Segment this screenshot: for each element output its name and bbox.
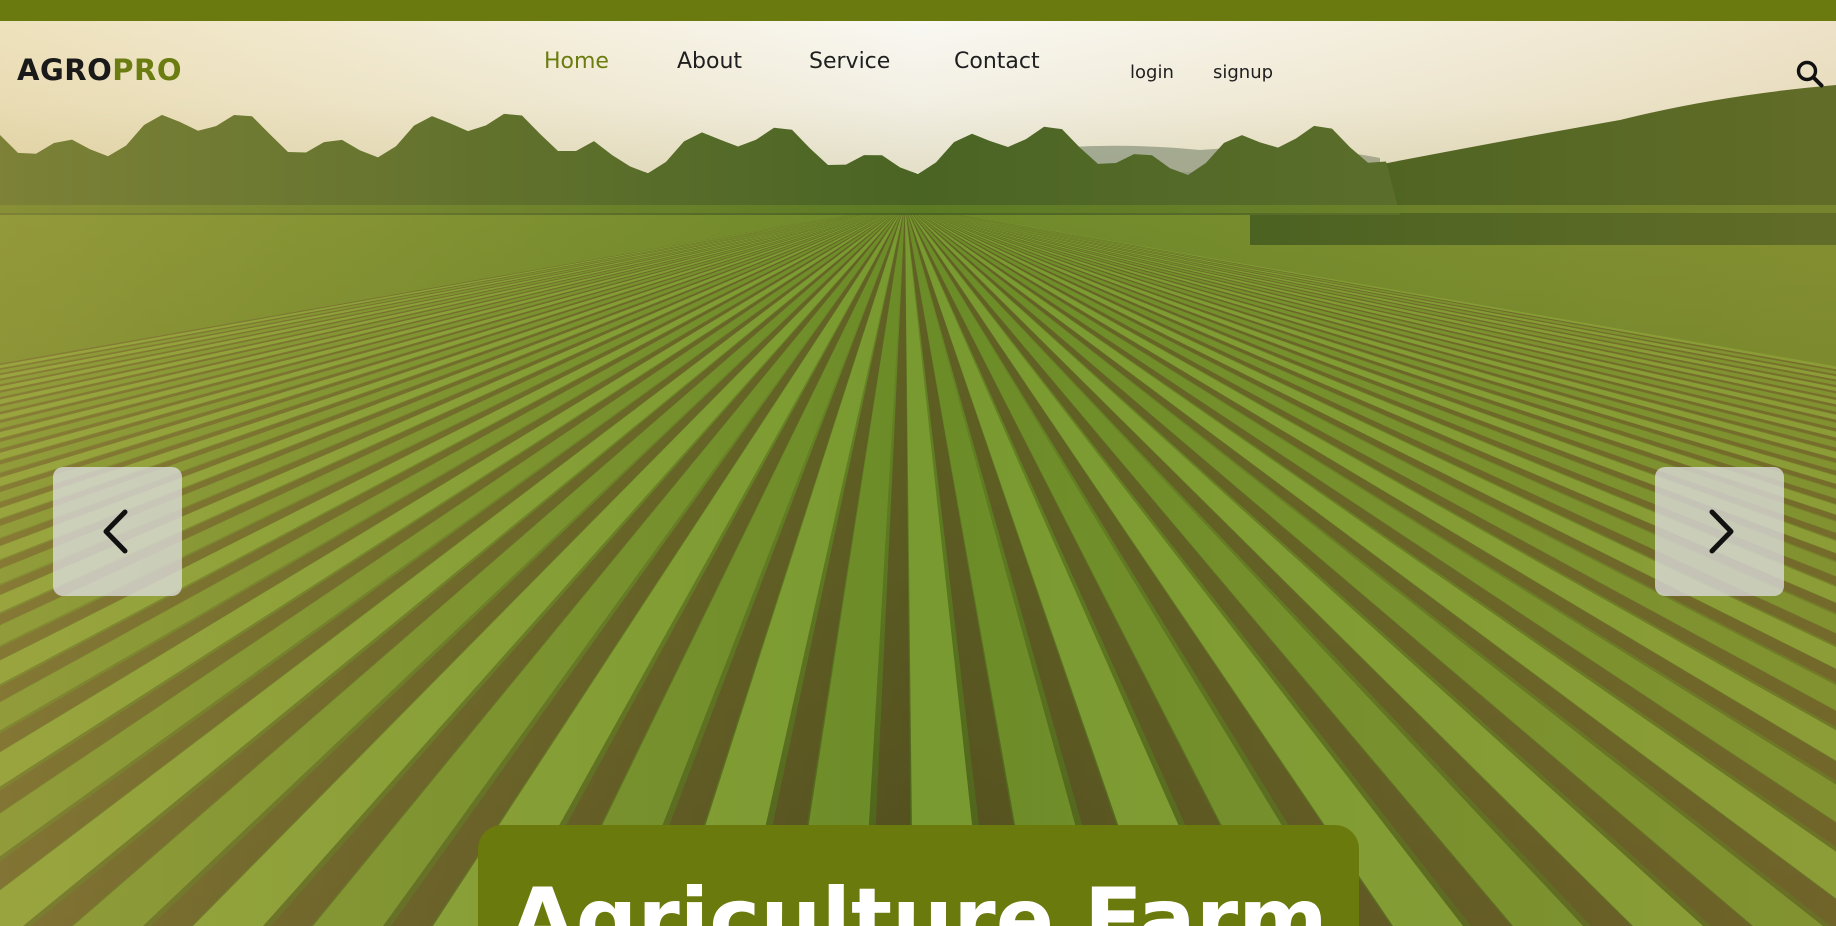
search-button[interactable] [1795,59,1825,89]
nav-link-about[interactable]: About [677,49,742,74]
carousel-next-button[interactable] [1655,467,1784,596]
hero-title: Agriculture Farm [509,870,1328,926]
page: AGROPRO Home About Service Contact login… [0,0,1836,926]
login-link[interactable]: login [1130,62,1174,83]
chevron-left-icon [103,509,128,554]
hero-title-banner: Agriculture Farm [478,825,1359,926]
main-nav: Home About Service Contact login signup [0,21,1836,121]
nav-link-service[interactable]: Service [809,49,890,74]
top-accent-bar [0,0,1836,21]
site-header: AGROPRO Home About Service Contact login… [0,21,1836,121]
search-icon [1796,60,1824,88]
nav-link-home[interactable]: Home [544,49,609,74]
signup-link[interactable]: signup [1213,62,1273,83]
carousel-prev-button[interactable] [53,467,182,596]
hero-background-image [0,0,1836,926]
chevron-right-icon [1709,509,1734,554]
nav-link-contact[interactable]: Contact [954,49,1040,74]
